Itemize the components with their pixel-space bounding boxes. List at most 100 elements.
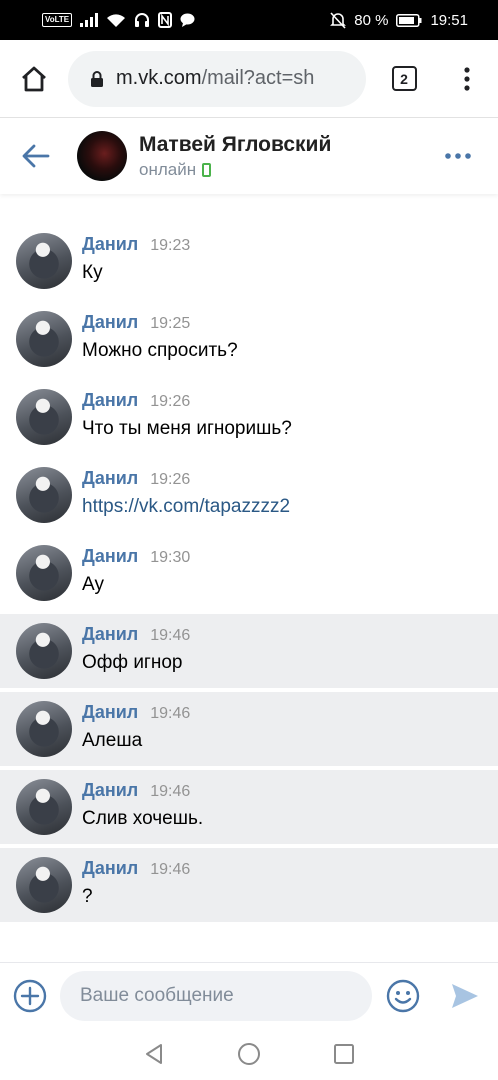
battery-percent: 80 % [354,11,389,29]
message-time: 19:46 [150,627,191,644]
message-author[interactable]: Данил [82,780,138,801]
message-meta: Данил 19:26 [82,468,290,489]
nav-recents-icon[interactable] [333,1043,355,1065]
message-body: Данил 19:46 Алеша [82,702,190,753]
sender-avatar[interactable] [16,701,72,757]
message-text: Офф игнор [82,652,183,673]
message-body: Данил 19:30 Ау [82,546,190,597]
message-author[interactable]: Данил [82,546,138,567]
message-row[interactable]: Данил 19:46 Алеша [0,692,498,766]
message-input[interactable] [60,970,372,1021]
message-author[interactable]: Данил [82,702,138,723]
message-text: Алеша [82,730,143,751]
message-text: Слив хочешь. [82,808,204,829]
message-time: 19:23 [150,237,191,254]
signal-icon [80,13,99,27]
sender-avatar[interactable] [16,623,72,679]
message-text: Можно спросить? [82,340,238,361]
online-status-text: онлайн [139,160,197,179]
message-time: 19:25 [150,315,191,332]
message-row[interactable]: Данил 19:26 Что ты меня игноришь? [0,380,498,454]
send-icon [452,983,478,1008]
contact-avatar[interactable] [77,131,127,181]
message-meta: Данил 19:46 [82,624,190,645]
horizontal-dots-icon [445,153,471,159]
message-meta: Данил 19:46 [82,858,190,879]
message-meta: Данил 19:46 [82,780,203,801]
message-row[interactable]: Данил 19:46 Офф игнор [0,614,498,688]
lock-icon [91,70,103,87]
back-arrow-icon [22,144,50,168]
message-text: ? [82,886,93,907]
message-body: Данил 19:23 Ку [82,234,190,285]
status-left: VoLTE [42,12,195,28]
message-meta: Данил 19:23 [82,234,190,255]
home-button[interactable] [0,40,68,118]
attach-button[interactable] [0,963,60,1029]
message-time: 19:26 [150,471,191,488]
message-body: Данил 19:46 Слив хочешь. [82,780,203,831]
emoji-button[interactable] [372,963,434,1029]
chat-bubble-icon [180,13,195,27]
battery-icon [396,13,422,27]
message-author[interactable]: Данил [82,312,138,333]
message-list: Данил 19:23 Ку Данил 19:25 Можно спросить? Дан… [0,194,498,954]
headphones-icon [135,13,150,27]
message-body: Данил 19:25 Можно спросить? [82,312,238,363]
message-meta: Данил 19:30 [82,546,190,567]
smiley-icon [386,979,420,1012]
status-bar: VoLTE 80 % 19:51 [0,0,498,40]
message-row[interactable]: Данил 19:46 Слив хочешь. [0,770,498,844]
message-author[interactable]: Данил [82,468,138,489]
nfc-icon [158,12,173,28]
nav-home-icon[interactable] [237,1042,261,1066]
sender-avatar[interactable] [16,545,72,601]
message-author[interactable]: Данил [82,234,138,255]
message-author[interactable]: Данил [82,624,138,645]
message-text: Что ты меня игноришь? [82,418,292,439]
message-time: 19:46 [150,705,191,722]
message-body: Данил 19:26 Что ты меня игноришь? [82,390,292,441]
message-time: 19:30 [150,549,191,566]
sender-avatar[interactable] [16,779,72,835]
url-bar[interactable]: m.vk.com/mail?act=sh [68,50,366,107]
message-row[interactable]: Данил 19:46? [0,848,498,922]
contact-info[interactable]: Матвей Ягловский онлайн [139,132,418,180]
plus-circle-icon [13,979,47,1012]
sender-avatar[interactable] [16,389,72,445]
tabs-button[interactable]: 2 [366,40,442,118]
system-nav-bar [0,1028,498,1080]
send-button[interactable] [434,963,496,1029]
mobile-online-icon [202,163,212,177]
message-body: Данил 19:46? [82,858,190,909]
volte-badge: VoLTE [42,13,73,27]
browser-menu-button[interactable] [442,40,492,118]
contact-name: Матвей Ягловский [139,133,332,156]
url-path: /mail?act=sh [201,67,315,89]
message-row[interactable]: Данил 19:23 Ку [0,224,498,298]
vertical-dots-icon [464,66,470,91]
message-row[interactable]: Данил 19:30 Ау [0,536,498,610]
message-time: 19:46 [150,861,191,878]
back-button[interactable] [0,118,72,194]
message-row[interactable]: Данил 19:25 Можно спросить? [0,302,498,376]
more-options-button[interactable] [418,118,498,194]
sender-avatar[interactable] [16,857,72,913]
nav-back-icon[interactable] [143,1043,165,1065]
url-text: m.vk.com/mail?act=sh [116,67,314,90]
bell-muted-icon [330,11,347,29]
sender-avatar[interactable] [16,311,72,367]
sender-avatar[interactable] [16,233,72,289]
message-meta: Данил 19:46 [82,702,190,723]
message-author[interactable]: Данил [82,858,138,879]
message-time: 19:46 [150,783,191,800]
wifi-icon [107,13,126,27]
message-body: Данил 19:46 Офф игнор [82,624,190,675]
message-meta: Данил 19:25 [82,312,238,333]
message-row[interactable]: Данил 19:26 https://vk.com/tapazzzz2 [0,458,498,532]
message-meta: Данил 19:26 [82,390,292,411]
message-link[interactable]: https://vk.com/tapazzzz2 [82,495,290,519]
status-time: 19:51 [430,11,468,29]
message-author[interactable]: Данил [82,390,138,411]
sender-avatar[interactable] [16,467,72,523]
